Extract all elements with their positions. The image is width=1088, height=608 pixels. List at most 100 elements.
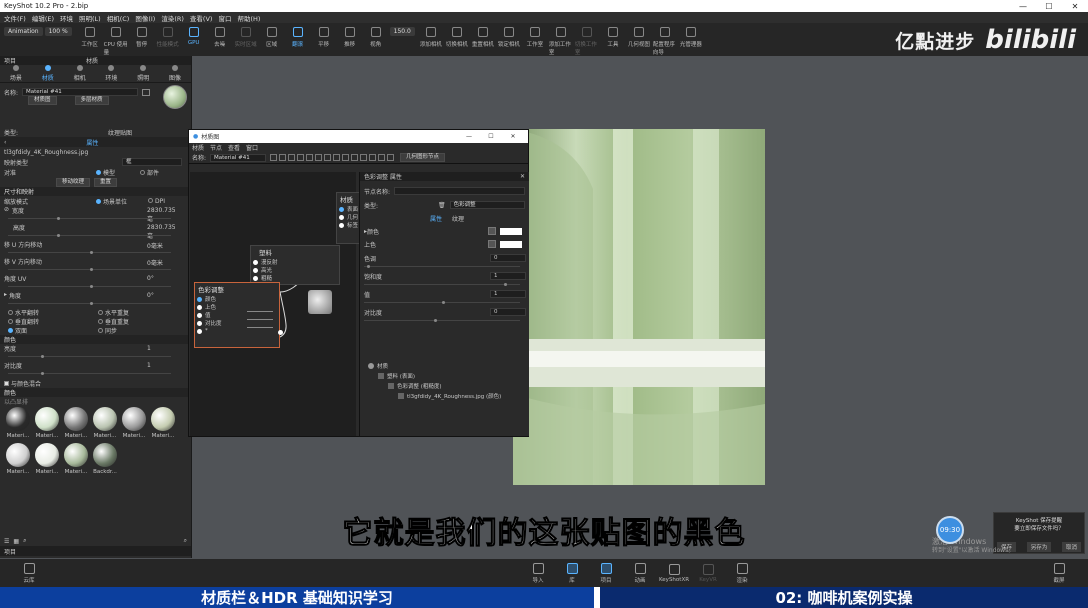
section-size-mapping[interactable]: 尺寸和映射 (0, 187, 191, 196)
minimize-button[interactable]: — (1010, 2, 1036, 11)
grid-icon[interactable] (324, 154, 332, 161)
blend-color-checkbox[interactable] (4, 380, 9, 386)
toolbar-switch-studio-button[interactable]: 切换工作室 (575, 25, 599, 56)
double-sided-checkbox[interactable] (8, 328, 13, 333)
toolbar-denoise-button[interactable]: 去噪 (208, 25, 232, 56)
tab-0[interactable]: 场景 (10, 65, 22, 82)
close-button[interactable]: ✕ (1062, 2, 1088, 11)
bottom-animation-button[interactable]: 动画 (627, 562, 653, 584)
bottom-render-button[interactable]: 渲染 (729, 562, 755, 584)
graph-menu-item-2[interactable]: 查看 (228, 143, 240, 152)
material-graph-button[interactable]: 材质图 (28, 95, 57, 105)
preset-dropdown[interactable]: Animation (4, 27, 43, 36)
node-graph-canvas[interactable]: 材质 表面 几何 标签 塑料 漫反射 高光 粗糙 色彩调整 颜色 上色值对比度 * (190, 172, 360, 436)
bottom-keyshotxr-button[interactable]: KeyShotXR (659, 563, 689, 583)
node-port[interactable]: 对比度 (195, 319, 279, 327)
tab-3[interactable]: 环境 (105, 65, 117, 82)
node-port[interactable]: 几何 (337, 213, 359, 221)
layout-icon[interactable] (351, 154, 359, 161)
contrast-value[interactable]: 1 (147, 362, 181, 369)
toolbar-add-camera-button[interactable]: 添加相机 (419, 25, 443, 56)
move-u-slider[interactable] (8, 251, 171, 254)
angle-uv-slider[interactable] (8, 285, 171, 288)
library-item[interactable]: Materi... (6, 443, 30, 475)
node-type-value[interactable]: 色彩调整 (449, 201, 525, 209)
color-texture-icon[interactable] (488, 227, 496, 235)
menu-item-6[interactable]: 渲染(R) (161, 13, 184, 23)
flip-h-checkbox[interactable] (8, 310, 13, 315)
toolbar-configurator-button[interactable]: 配置程序向导 (653, 25, 677, 56)
contrast-slider[interactable] (8, 372, 171, 375)
tab-node-props[interactable]: 属性 (430, 214, 442, 223)
node-name-field[interactable] (394, 187, 525, 195)
repeat-v-checkbox[interactable] (98, 319, 103, 324)
contrast-value[interactable]: 0 (490, 308, 526, 316)
menu-item-5[interactable]: 图像(I) (135, 13, 155, 23)
link-icon[interactable]: ⊘ (4, 206, 9, 213)
node-port[interactable]: 值 (195, 311, 279, 319)
library-item[interactable]: Materi... (6, 407, 30, 439)
library-item[interactable]: Materi... (64, 443, 88, 475)
menu-item-7[interactable]: 查看(V) (190, 13, 213, 23)
cancel-button[interactable]: 取消 (1061, 542, 1081, 552)
node-plastic[interactable]: 塑料 漫反射 高光 粗糙 (250, 245, 340, 285)
scene-unit-radio[interactable] (96, 198, 101, 204)
list-icon[interactable] (333, 154, 341, 161)
save-icon[interactable] (270, 154, 278, 161)
arrange-icon[interactable] (342, 154, 350, 161)
type-value[interactable]: 纹理贴图 (108, 128, 132, 137)
geometry-node-button[interactable]: 几何图形节点 (400, 153, 446, 162)
width-value[interactable]: 2830.735毫 (147, 207, 181, 223)
map-type-dropdown[interactable]: 框 (122, 158, 182, 166)
library-item[interactable]: Materi... (93, 407, 117, 439)
bottom-screenshot-button[interactable]: 截屏 (1046, 562, 1072, 584)
render-viewport[interactable] (513, 129, 765, 485)
hue-slider[interactable] (364, 265, 520, 268)
node-color-adjust[interactable]: 色彩调整 颜色 上色值对比度 * (194, 282, 280, 348)
refresh-icon[interactable] (288, 154, 296, 161)
toolbar-studio-button[interactable]: 工作室 (523, 25, 547, 56)
node-port[interactable]: * (195, 327, 279, 335)
graph-menu-item-1[interactable]: 节点 (210, 143, 222, 152)
menu-item-8[interactable]: 窗口 (218, 13, 231, 23)
move-texture-button[interactable]: 移动纹理 (56, 177, 91, 187)
library-item[interactable]: Backdr... (93, 443, 117, 475)
tab-4[interactable]: 照明 (137, 65, 149, 82)
toolbar-geometry-view-button[interactable]: 几何视图 (627, 25, 651, 56)
menu-item-9[interactable]: 帮助(H) (237, 13, 260, 23)
align-model-radio[interactable] (96, 169, 101, 175)
zoom-dropdown[interactable]: 100 % (44, 27, 72, 36)
angle-uv-value[interactable]: 0° (147, 275, 181, 282)
hue-value[interactable]: 0 (490, 254, 526, 262)
move-v-slider[interactable] (8, 268, 171, 271)
multi-material-button[interactable]: 多层材质 (74, 95, 109, 105)
tab-1[interactable]: 材质 (42, 65, 54, 82)
toolbar-tumble-button[interactable]: 翻滚 (286, 25, 310, 56)
tint-swatch[interactable] (500, 240, 522, 248)
bottom-library-button[interactable]: 库 (559, 562, 585, 584)
node-port[interactable]: 表面 (337, 205, 359, 213)
menu-item-1[interactable]: 编辑(E) (32, 13, 54, 23)
texture-thumbnail[interactable] (308, 290, 332, 314)
tree-item[interactable]: 材质 (368, 362, 388, 370)
graph-minimize-button[interactable]: — (458, 133, 480, 140)
tree-item[interactable]: tl3gfdidy_4K_Roughness.jpg (颜色) (398, 392, 501, 400)
graph-maximize-button[interactable]: ☐ (480, 133, 502, 140)
section-library[interactable]: 颜色 (0, 388, 191, 397)
toolbar-tools-button[interactable]: 工具 (601, 25, 625, 56)
color-swatch[interactable] (500, 227, 522, 235)
value-slider[interactable] (364, 301, 520, 304)
graph-name-field[interactable]: Material #41 (210, 153, 267, 162)
toolbar-add-studio-button[interactable]: 添加工作室 (549, 25, 573, 56)
toolbar-gpu-button[interactable]: GPU (182, 25, 206, 56)
repeat-h-checkbox[interactable] (98, 310, 103, 315)
expand-angle-icon[interactable]: ▸ (4, 291, 7, 298)
toolbar-cpu-button[interactable]: CPU 使用量 (104, 25, 128, 56)
move-u-value[interactable]: 0毫米 (147, 241, 181, 250)
graph-menu-item-3[interactable]: 窗口 (246, 143, 258, 152)
brightness-slider[interactable] (8, 355, 171, 358)
menu-item-3[interactable]: 照明(L) (79, 13, 101, 23)
props-close-icon[interactable]: ✕ (520, 173, 525, 180)
library-item[interactable]: Materi... (64, 407, 88, 439)
width-slider[interactable] (8, 217, 171, 220)
